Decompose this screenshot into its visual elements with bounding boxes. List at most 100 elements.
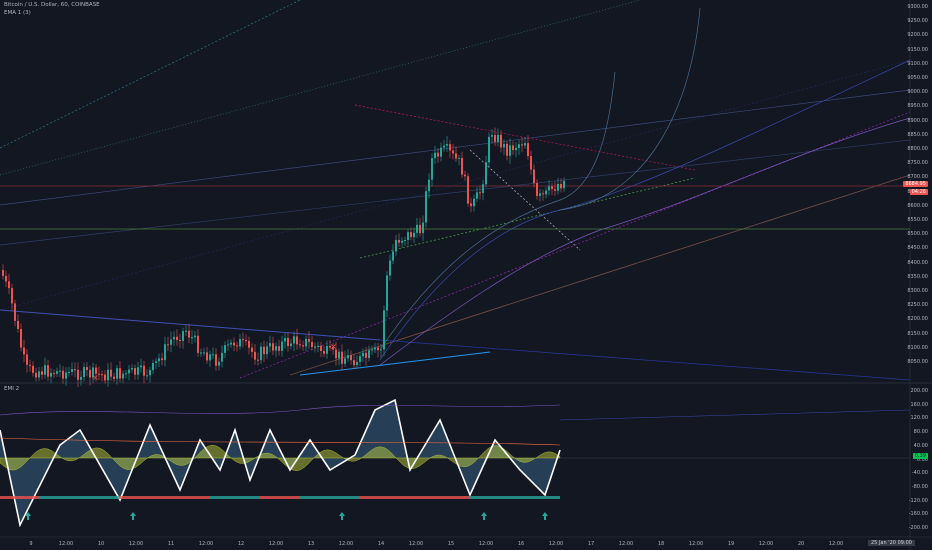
oscillator-pane[interactable] bbox=[0, 398, 911, 528]
candle-body bbox=[467, 176, 469, 204]
candle-body bbox=[530, 156, 532, 170]
candle-body bbox=[419, 224, 421, 234]
candle-body bbox=[38, 371, 40, 378]
time-tick-label: 12:00 bbox=[128, 541, 144, 547]
signal-x-marker: × bbox=[330, 342, 337, 351]
candle-body bbox=[194, 335, 196, 338]
signal-x-marker: × bbox=[92, 373, 99, 382]
price-tick-label: 9200.00 bbox=[907, 32, 928, 39]
candle-body bbox=[485, 162, 487, 185]
trend-bar-segment bbox=[0, 496, 40, 499]
price-tick-label: 8550.00 bbox=[907, 217, 928, 223]
time-tick-label: 12:00 bbox=[548, 541, 564, 547]
candle-body bbox=[2, 270, 4, 276]
price-tick-label: 8150.00 bbox=[907, 330, 928, 337]
time-tick-label: 12:00 bbox=[408, 541, 424, 547]
candle-body bbox=[188, 330, 190, 338]
candle-body bbox=[185, 330, 187, 332]
drawing-lines[interactable] bbox=[0, 0, 911, 381]
candle-body bbox=[314, 346, 316, 348]
candle-body bbox=[131, 368, 133, 370]
candle-body bbox=[479, 192, 481, 194]
sub-indicator-label: EMI 2 bbox=[4, 386, 20, 392]
candle-body bbox=[47, 365, 49, 377]
indicator-legend[interactable]: EMA 1 (3) bbox=[4, 10, 34, 16]
candle-body bbox=[44, 365, 46, 375]
candle-body bbox=[257, 359, 259, 361]
candle-body bbox=[431, 158, 433, 180]
price-tick-label: 8950.00 bbox=[907, 103, 928, 110]
candle-body bbox=[107, 369, 109, 381]
candle-body bbox=[323, 350, 325, 354]
candle-body bbox=[551, 186, 553, 190]
candle-body bbox=[86, 367, 88, 370]
candle-body bbox=[14, 303, 16, 321]
candle-body bbox=[182, 331, 184, 341]
trend-bar-segment bbox=[120, 496, 210, 499]
time-tick-label: 16 bbox=[517, 541, 525, 547]
price-tick-label: 8200.00 bbox=[907, 316, 928, 323]
candle-body bbox=[122, 373, 124, 379]
time-tick-label: 12:00 bbox=[618, 541, 634, 547]
candle-body bbox=[35, 372, 37, 378]
candle-body bbox=[287, 337, 289, 347]
candle-body bbox=[8, 281, 10, 289]
candle-body bbox=[77, 369, 79, 380]
candle-body bbox=[434, 152, 436, 159]
candle-body bbox=[155, 361, 157, 363]
candle-body bbox=[461, 157, 463, 175]
time-tick-label: 12:00 bbox=[758, 541, 774, 547]
candle-body bbox=[212, 354, 214, 356]
candle-body bbox=[275, 346, 277, 351]
candle-body bbox=[359, 356, 361, 362]
candle-body bbox=[320, 345, 322, 351]
oscillator-tick-label: 80.00 bbox=[913, 429, 928, 436]
price-tick-label: 8350.00 bbox=[907, 273, 928, 280]
candles[interactable] bbox=[2, 127, 565, 388]
candle-body bbox=[515, 147, 517, 151]
candle-body bbox=[206, 352, 208, 361]
candle-body bbox=[407, 232, 409, 240]
candle-body bbox=[428, 179, 430, 192]
candle-body bbox=[380, 349, 382, 351]
sub-legend[interactable]: EMI 2 bbox=[4, 386, 22, 392]
candle-body bbox=[65, 372, 67, 379]
candle-body bbox=[437, 152, 439, 157]
candle-body bbox=[500, 134, 502, 148]
candle-body bbox=[110, 369, 112, 377]
candle-body bbox=[503, 143, 505, 148]
candle-body bbox=[41, 371, 43, 375]
indicator-label: EMA 1 (3) bbox=[4, 10, 31, 16]
candle-body bbox=[89, 369, 91, 378]
candle-body bbox=[227, 344, 229, 346]
candle-body bbox=[62, 370, 64, 379]
candle-body bbox=[50, 372, 52, 377]
chart-canvas[interactable]: × × bbox=[0, 0, 932, 550]
candle-body bbox=[302, 345, 304, 347]
signal-line-purple bbox=[0, 404, 561, 416]
candle-body bbox=[128, 369, 130, 374]
candle-body bbox=[17, 320, 19, 329]
oscillator-value-badge: 0.39 bbox=[912, 453, 928, 459]
candle-body bbox=[311, 341, 313, 348]
candle-body bbox=[254, 351, 256, 360]
candle-body bbox=[218, 361, 220, 366]
buy-arrows bbox=[25, 512, 548, 520]
main-legend[interactable]: Bitcoin / U.S. Dollar, 60, COINBASE bbox=[4, 2, 103, 8]
price-tick-label: 8450.00 bbox=[907, 245, 928, 252]
candle-body bbox=[158, 358, 160, 362]
candle-body bbox=[260, 346, 262, 361]
candle-body bbox=[200, 352, 202, 354]
candle-body bbox=[563, 180, 565, 189]
time-tick-label: 12:00 bbox=[338, 541, 354, 547]
time-tick-label: 12:00 bbox=[268, 541, 284, 547]
candle-body bbox=[284, 337, 286, 342]
candle-body bbox=[308, 338, 310, 342]
oscillator-tick-label: -80.00 bbox=[911, 483, 928, 490]
candle-body bbox=[266, 346, 268, 355]
candle-body bbox=[119, 368, 121, 379]
candle-body bbox=[170, 339, 172, 345]
candle-body bbox=[53, 372, 55, 374]
candle-body bbox=[368, 350, 370, 358]
candle-body bbox=[179, 340, 181, 342]
